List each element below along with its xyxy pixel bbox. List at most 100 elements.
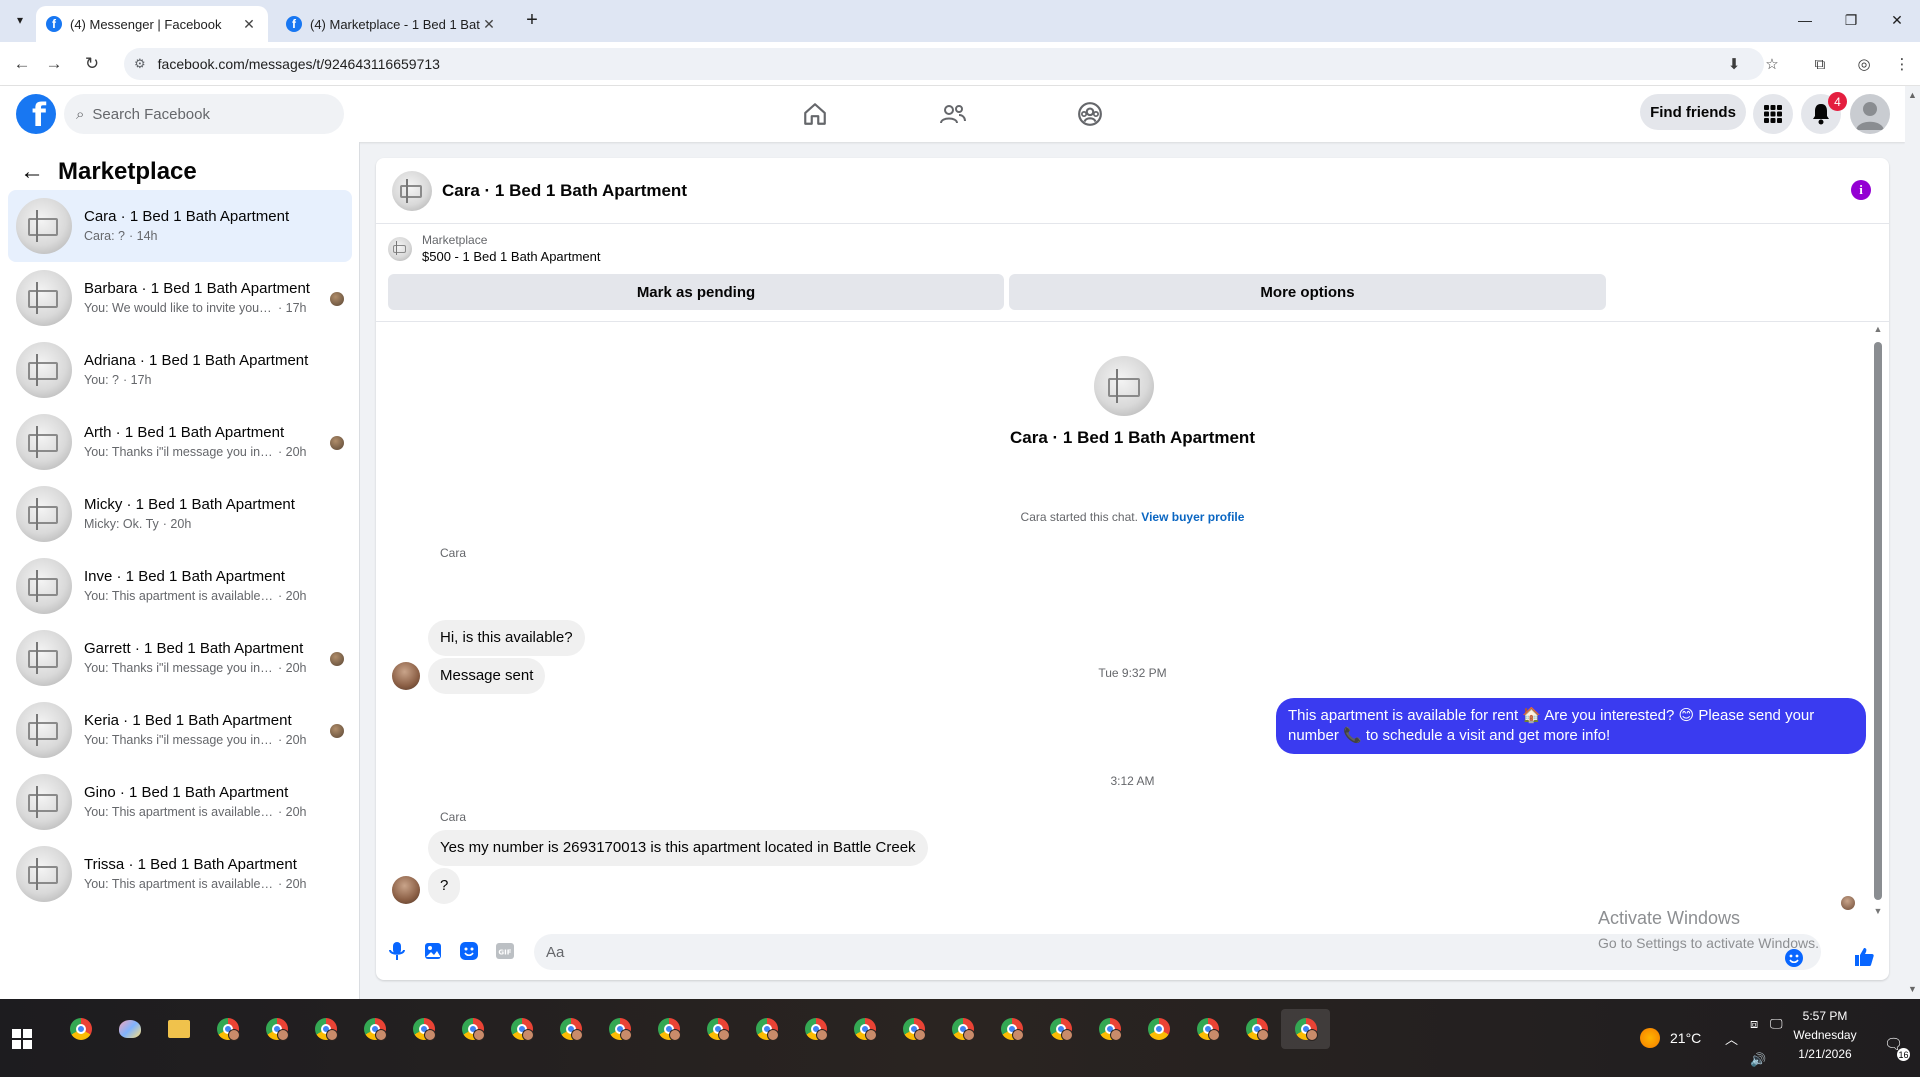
forward-arrow-icon[interactable]: →	[42, 52, 66, 76]
browser-menu-icon[interactable]: ⋮	[1888, 50, 1916, 78]
chrome-profile-icon[interactable]	[497, 1009, 546, 1049]
more-options-button[interactable]: More options	[1009, 274, 1606, 310]
chrome-profile-icon[interactable]	[644, 1009, 693, 1049]
microphone-icon[interactable]	[386, 940, 408, 962]
find-friends-button[interactable]: Find friends	[1640, 94, 1746, 130]
weather-widget[interactable]: 21°C	[1640, 999, 1701, 1077]
chrome-profile-icon[interactable]	[889, 1009, 938, 1049]
chrome-profile-icon[interactable]	[595, 1009, 644, 1049]
chrome-icon[interactable]	[56, 1009, 105, 1049]
tab-close-icon[interactable]: ✕	[240, 16, 258, 33]
temperature: 21°C	[1670, 1030, 1702, 1046]
minimize-icon[interactable]: —	[1790, 8, 1820, 32]
sticker-icon[interactable]	[458, 940, 480, 962]
conversation-item[interactable]: Micky · 1 Bed 1 Bath Apartment Micky: Ok.…	[8, 478, 352, 550]
incoming-message[interactable]: Hi, is this available?	[428, 620, 585, 656]
install-app-icon[interactable]: ⬇	[1720, 50, 1748, 78]
profile-icon[interactable]: ◎	[1850, 50, 1878, 78]
thumbs-up-icon[interactable]	[1853, 946, 1875, 968]
page-scroll-down-icon[interactable]: ▼	[1908, 984, 1917, 994]
url-input[interactable]: ⚙ facebook.com/messages/t/92464311665971…	[124, 48, 1764, 80]
watermark-line1: Activate Windows	[1598, 908, 1741, 928]
tab-marketplace[interactable]: f (4) Marketplace - 1 Bed 1 Bath ✕	[276, 6, 508, 42]
back-arrow-icon[interactable]: ←	[10, 52, 34, 76]
page-scrollbar[interactable]: ▲ ▼	[1905, 86, 1920, 999]
file-explorer-icon[interactable]	[154, 1009, 203, 1049]
action-center-icon[interactable]: 🗨 16	[1884, 1035, 1910, 1061]
extensions-icon[interactable]: ⧉	[1806, 50, 1834, 78]
new-tab-button[interactable]: +	[520, 8, 544, 32]
chrome-profile-icon[interactable]	[301, 1009, 350, 1049]
chrome-profile-icon[interactable]	[399, 1009, 448, 1049]
search-input[interactable]: ⌕ Search Facebook	[64, 94, 344, 134]
menu-grid-icon[interactable]	[1753, 94, 1793, 134]
tray-chevron-icon[interactable]: ︿	[1725, 999, 1738, 1077]
reload-icon[interactable]: ↻	[80, 52, 104, 76]
listing-avatar[interactable]	[392, 170, 432, 211]
read-receipt-avatar	[330, 652, 344, 666]
bookmark-star-icon[interactable]: ☆	[1758, 50, 1786, 78]
conversation-item[interactable]: Cara · 1 Bed 1 Bath Apartment Cara: ? · 14…	[8, 190, 352, 262]
conversation-item[interactable]: Adriana · 1 Bed 1 Bath Apartment You: ? · …	[8, 334, 352, 406]
groups-icon[interactable]	[1070, 96, 1110, 132]
chrome-icon[interactable]	[1134, 1009, 1183, 1049]
chrome-profile-icon[interactable]	[546, 1009, 595, 1049]
incoming-message[interactable]: ?	[428, 868, 461, 904]
outgoing-message[interactable]: This apartment is available for rent 🏠 A…	[1276, 698, 1866, 754]
account-avatar[interactable]	[1850, 94, 1890, 134]
chrome-profile-icon[interactable]	[791, 1009, 840, 1049]
sender-avatar[interactable]	[392, 876, 420, 904]
close-window-icon[interactable]: ✕	[1882, 8, 1912, 32]
scroll-up-icon[interactable]: ▲	[1873, 324, 1883, 334]
conversation-item[interactable]: Garrett · 1 Bed 1 Bath Apartment You: Tha…	[8, 622, 352, 694]
chrome-profile-icon[interactable]	[938, 1009, 987, 1049]
chrome-profile-icon[interactable]	[840, 1009, 889, 1049]
conversation-item[interactable]: Inve · 1 Bed 1 Bath Apartment You: This a…	[8, 550, 352, 622]
tab-search-chevron-icon[interactable]: ▾	[8, 8, 32, 32]
site-info-icon[interactable]: ⚙	[134, 56, 146, 72]
scroll-down-icon[interactable]: ▼	[1873, 906, 1883, 916]
restore-icon[interactable]: ❐	[1836, 8, 1866, 32]
conversation-item[interactable]: Gino · 1 Bed 1 Bath Apartment You: This a…	[8, 766, 352, 838]
chrome-profile-icon[interactable]	[350, 1009, 399, 1049]
chrome-profile-icon[interactable]	[252, 1009, 301, 1049]
notification-count-badge: 4	[1828, 92, 1847, 111]
incoming-message[interactable]: Yes my number is 2693170013 is this apar…	[428, 830, 928, 866]
chrome-profile-icon[interactable]	[693, 1009, 742, 1049]
chrome-profile-icon[interactable]	[1183, 1009, 1232, 1049]
chrome-profile-icon[interactable]	[448, 1009, 497, 1049]
paint-app-icon[interactable]	[105, 1009, 154, 1049]
view-buyer-profile-link[interactable]: View buyer profile	[1141, 510, 1244, 524]
photo-icon[interactable]	[422, 940, 444, 962]
chrome-profile-icon[interactable]	[1036, 1009, 1085, 1049]
back-arrow-icon[interactable]: ←	[20, 158, 44, 186]
chrome-profile-icon[interactable]	[742, 1009, 791, 1049]
mark-as-pending-button[interactable]: Mark as pending	[388, 274, 1004, 310]
page-scroll-up-icon[interactable]: ▲	[1908, 90, 1917, 100]
tab-close-icon[interactable]: ✕	[480, 16, 498, 33]
chrome-profile-icon[interactable]	[1281, 1009, 1330, 1049]
friends-icon[interactable]	[933, 96, 973, 132]
thread-scrollbar[interactable]: ▲ ▼	[1873, 324, 1883, 916]
conversation-item[interactable]: Barbara · 1 Bed 1 Bath Apartment You: We …	[8, 262, 352, 334]
conversation-name: Cara · 1 Bed 1 Bath Apartment	[84, 208, 290, 225]
chrome-profile-icon[interactable]	[987, 1009, 1036, 1049]
info-icon[interactable]: i	[1851, 180, 1871, 200]
volume-icon[interactable]: 🔊	[1750, 1021, 1766, 1077]
chrome-profile-icon[interactable]	[1085, 1009, 1134, 1049]
system-clock[interactable]: 5:57 PM Wednesday 1/21/2026	[1780, 1007, 1870, 1064]
listing-info[interactable]: Marketplace $500 - 1 Bed 1 Bath Apartmen…	[388, 232, 601, 266]
chat-title[interactable]: Cara · 1 Bed 1 Bath Apartment	[442, 181, 687, 201]
gif-icon[interactable]: GIF	[494, 940, 516, 962]
facebook-logo-icon[interactable]: f	[16, 94, 56, 134]
chrome-profile-icon[interactable]	[203, 1009, 252, 1049]
chrome-profile-icon[interactable]	[1232, 1009, 1281, 1049]
conversation-item[interactable]: Arth · 1 Bed 1 Bath Apartment You: Thanks…	[8, 406, 352, 478]
windows-start-icon[interactable]	[12, 1029, 32, 1049]
conversation-time: · 20h	[278, 589, 307, 603]
home-icon[interactable]	[795, 96, 835, 132]
scroll-thumb[interactable]	[1874, 342, 1882, 900]
conversation-item[interactable]: Keria · 1 Bed 1 Bath Apartment You: Thank…	[8, 694, 352, 766]
conversation-item[interactable]: Trissa · 1 Bed 1 Bath Apartment You: This…	[8, 838, 352, 910]
tab-messenger[interactable]: f (4) Messenger | Facebook ✕	[36, 6, 268, 42]
